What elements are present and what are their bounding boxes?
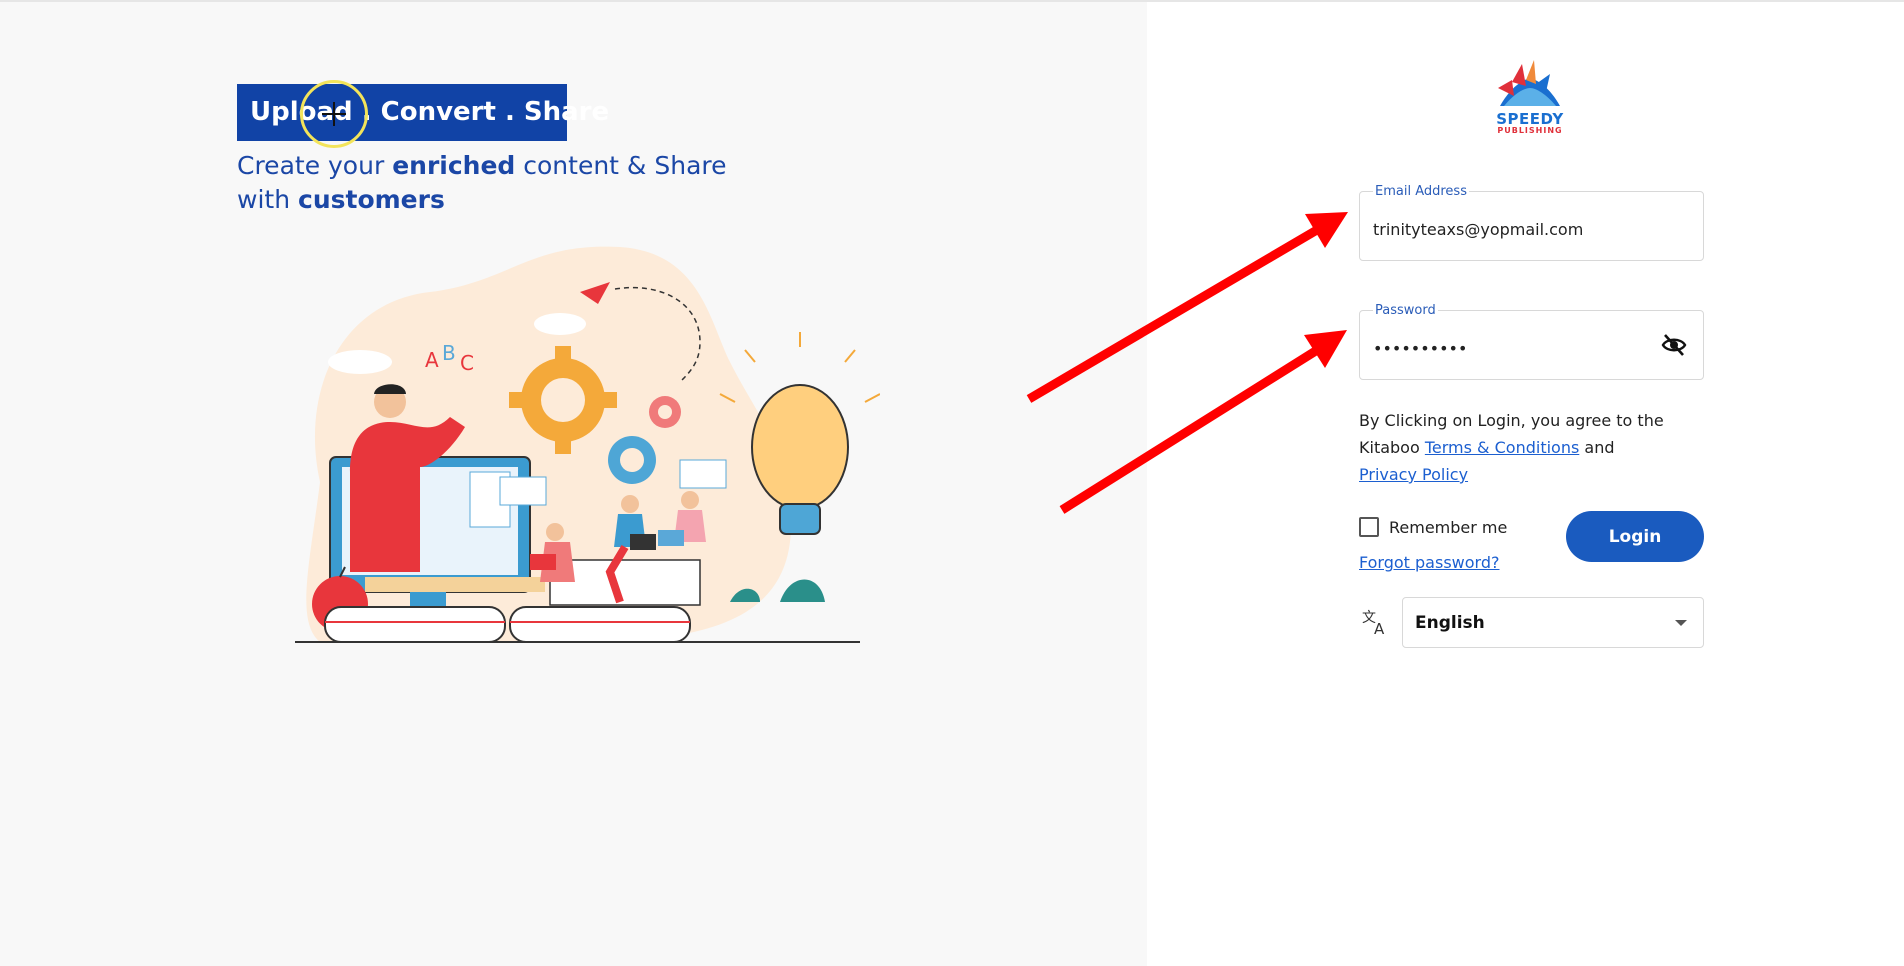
password-label: Password <box>1373 303 1438 318</box>
language-value: English <box>1415 613 1485 633</box>
svg-text:A: A <box>1374 620 1385 636</box>
hero-title: Upload . Convert . Share <box>237 84 609 141</box>
agreement-and: and <box>1579 438 1615 457</box>
remember-me-checkbox[interactable] <box>1359 517 1379 537</box>
privacy-policy-link[interactable]: Privacy Policy <box>1359 465 1468 484</box>
forgot-password-link[interactable]: Forgot password? <box>1359 553 1499 572</box>
password-input[interactable] <box>1373 339 1663 358</box>
email-field[interactable]: Email Address <box>1359 184 1704 261</box>
password-field[interactable]: Password <box>1359 303 1704 380</box>
chevron-down-icon <box>1675 620 1687 626</box>
language-select[interactable]: English <box>1402 597 1704 648</box>
terms-agreement: By Clicking on Login, you agree to the K… <box>1359 407 1719 488</box>
svg-text:A: A <box>425 348 439 372</box>
text-cursor-icon <box>322 102 346 126</box>
login-page: Upload . Convert . Share Create your enr… <box>0 0 1904 966</box>
email-label: Email Address <box>1373 184 1469 199</box>
remember-me-label: Remember me <box>1389 517 1508 537</box>
svg-text:C: C <box>460 351 474 375</box>
subtitle-bold-1: enriched <box>392 151 516 180</box>
subtitle-bold-2: customers <box>298 185 445 214</box>
terms-link[interactable]: Terms & Conditions <box>1425 438 1579 457</box>
remember-me[interactable]: Remember me <box>1359 516 1507 538</box>
login-button[interactable]: Login <box>1566 511 1704 562</box>
translate-icon: 文 A <box>1362 610 1385 636</box>
email-input[interactable] <box>1373 220 1663 239</box>
education-illustration: A B C <box>295 246 880 643</box>
hero-panel: Upload . Convert . Share Create your enr… <box>0 2 1147 966</box>
hero-subtitle: Create your enriched content & Share wit… <box>237 149 757 217</box>
svg-text:B: B <box>442 341 456 365</box>
subtitle-text-1: Create your <box>237 151 393 180</box>
eye-slash-icon[interactable] <box>1661 333 1687 357</box>
logo-subtext: PUBLISHING <box>1497 126 1563 135</box>
